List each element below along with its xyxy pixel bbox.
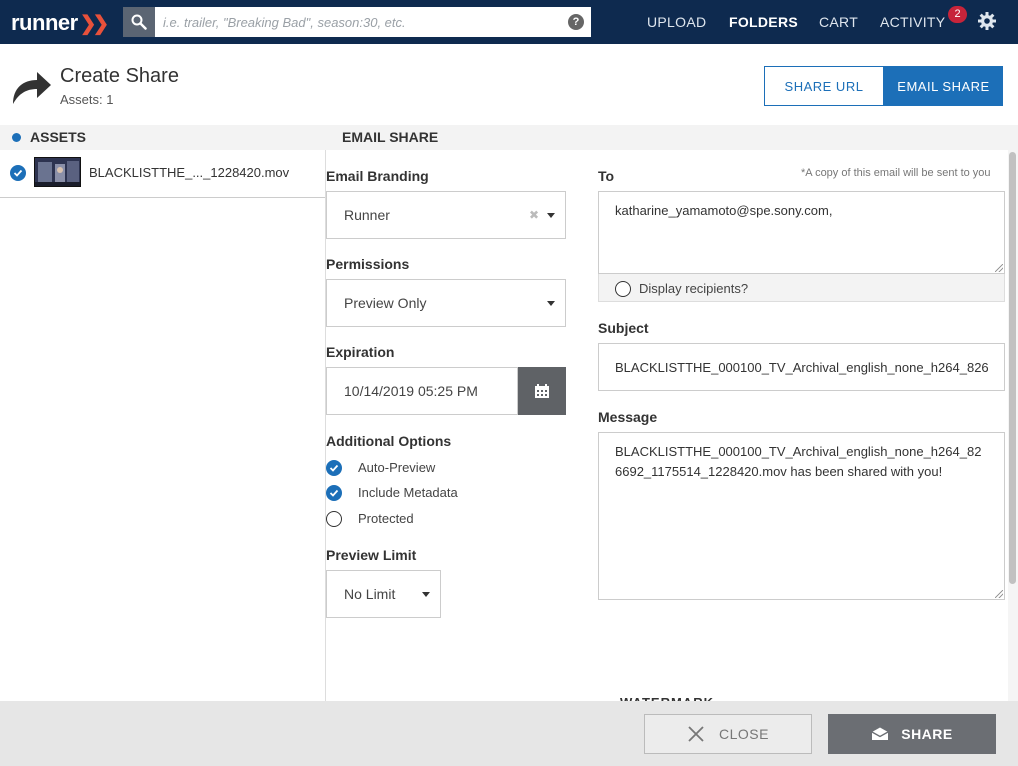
nav-folders[interactable]: FOLDERS bbox=[729, 14, 798, 30]
search-input[interactable] bbox=[155, 7, 591, 37]
chevron-down-icon bbox=[547, 213, 555, 218]
include-metadata-checkbox[interactable] bbox=[326, 485, 342, 501]
assets-dot-icon bbox=[12, 133, 21, 142]
search-icon bbox=[131, 14, 147, 30]
permissions-value: Preview Only bbox=[344, 295, 427, 311]
email-branding-select[interactable]: Runner ✖ bbox=[326, 191, 566, 239]
tab-share-url[interactable]: SHARE URL bbox=[764, 66, 884, 106]
subject-value: BLACKLISTTHE_000100_TV_Archival_english_… bbox=[615, 360, 989, 375]
display-recipients-label: Display recipients? bbox=[639, 281, 749, 296]
email-branding-label: Email Branding bbox=[326, 168, 429, 184]
message-line-1: BLACKLISTTHE_000100_TV_Archival_english_… bbox=[615, 444, 982, 459]
section-header-band bbox=[0, 125, 1018, 150]
to-value: katharine_yamamoto@spe.sony.com, bbox=[615, 203, 833, 218]
logo-text: runner bbox=[11, 10, 78, 35]
to-textarea[interactable]: katharine_yamamoto@spe.sony.com, bbox=[598, 191, 1005, 274]
calendar-button[interactable] bbox=[518, 367, 566, 415]
activity-badge: 2 bbox=[948, 6, 967, 23]
expiration-label: Expiration bbox=[326, 344, 395, 360]
permissions-label: Permissions bbox=[326, 256, 410, 272]
gear-icon[interactable] bbox=[977, 11, 997, 31]
calendar-icon bbox=[535, 384, 549, 398]
chevron-down-icon bbox=[422, 592, 430, 597]
message-line-2: 6692_1175514_1228420.mov has been shared… bbox=[615, 464, 943, 479]
close-icon bbox=[688, 726, 704, 742]
subject-label: Subject bbox=[598, 320, 649, 336]
email-share-heading: EMAIL SHARE bbox=[342, 129, 439, 145]
asset-name: BLACKLISTTHE_..._1228420.mov bbox=[89, 165, 290, 180]
search-button[interactable] bbox=[123, 7, 155, 37]
email-branding-value: Runner bbox=[344, 207, 390, 223]
nav-upload[interactable]: UPLOAD bbox=[647, 14, 706, 30]
assets-count: Assets: 1 bbox=[60, 92, 114, 107]
share-label: SHARE bbox=[901, 726, 953, 742]
share-arrow-icon bbox=[13, 72, 51, 104]
envelope-icon bbox=[871, 727, 889, 740]
auto-preview-label: Auto-Preview bbox=[358, 460, 436, 475]
chevron-down-icon bbox=[547, 301, 555, 306]
runner-logo[interactable]: runner ❯❯ bbox=[11, 10, 109, 36]
display-recipients-checkbox[interactable] bbox=[615, 281, 631, 297]
help-icon[interactable]: ? bbox=[568, 14, 584, 30]
preview-limit-label: Preview Limit bbox=[326, 547, 417, 563]
nav-activity[interactable]: ACTIVITY bbox=[880, 14, 945, 30]
auto-preview-checkbox[interactable] bbox=[326, 460, 342, 476]
resize-handle[interactable] bbox=[995, 264, 1003, 272]
permissions-select[interactable]: Preview Only bbox=[326, 279, 566, 327]
assets-heading: ASSETS bbox=[30, 129, 87, 145]
page-title: Create Share bbox=[60, 65, 179, 87]
to-label: To bbox=[598, 168, 615, 184]
clear-icon[interactable]: ✖ bbox=[529, 208, 539, 222]
include-metadata-label: Include Metadata bbox=[358, 485, 458, 500]
preview-limit-select[interactable]: No Limit bbox=[326, 570, 441, 618]
protected-checkbox[interactable] bbox=[326, 511, 342, 527]
close-button[interactable]: CLOSE bbox=[644, 714, 812, 754]
close-label: CLOSE bbox=[719, 726, 769, 742]
message-label: Message bbox=[598, 409, 658, 425]
protected-label: Protected bbox=[358, 511, 414, 526]
additional-options-label: Additional Options bbox=[326, 433, 452, 449]
preview-limit-value: No Limit bbox=[344, 586, 396, 602]
resize-handle[interactable] bbox=[995, 590, 1003, 598]
nav-cart[interactable]: CART bbox=[819, 14, 858, 30]
expiration-input[interactable]: 10/14/2019 05:25 PM bbox=[326, 367, 518, 415]
asset-checked-icon[interactable] bbox=[10, 165, 26, 181]
logo-chevrons-icon: ❯❯ bbox=[79, 13, 109, 35]
scrollbar-thumb[interactable] bbox=[1009, 152, 1016, 584]
subject-input[interactable]: BLACKLISTTHE_000100_TV_Archival_english_… bbox=[598, 343, 1005, 391]
share-button[interactable]: SHARE bbox=[828, 714, 996, 754]
expiration-value: 10/14/2019 05:25 PM bbox=[344, 383, 478, 399]
copy-note: *A copy of this email will be sent to yo… bbox=[801, 167, 991, 179]
tab-email-share[interactable]: EMAIL SHARE bbox=[884, 66, 1003, 106]
asset-thumbnail bbox=[34, 157, 81, 187]
message-textarea[interactable]: BLACKLISTTHE_000100_TV_Archival_english_… bbox=[598, 432, 1005, 600]
